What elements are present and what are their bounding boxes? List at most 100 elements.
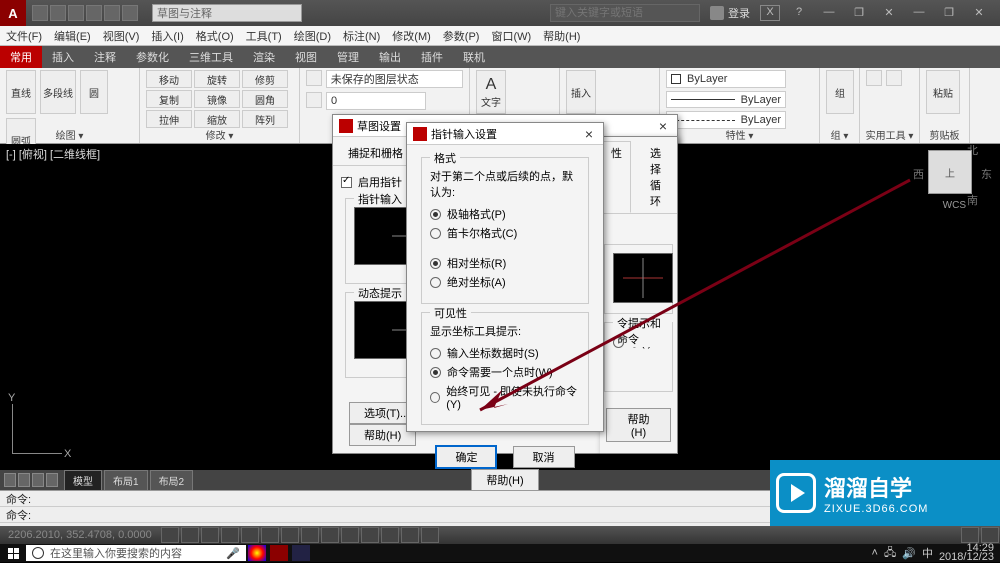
menu-insert[interactable]: 插入(I) (145, 26, 189, 45)
tab-insert[interactable]: 插入 (42, 46, 84, 68)
group-label-properties[interactable]: 特性 ▾ (660, 127, 819, 142)
trim-button[interactable]: 修剪 (242, 70, 288, 88)
circle-button[interactable]: 圆 (80, 70, 108, 114)
tray-date[interactable]: 2018/12/23 (939, 553, 994, 562)
tab-plugins[interactable]: 插件 (411, 46, 453, 68)
stretch-button[interactable]: 拉伸 (146, 110, 192, 128)
lineweight-dropdown[interactable]: ByLayer (666, 91, 786, 109)
tab-home[interactable]: 常用 (0, 46, 42, 68)
menu-dim[interactable]: 标注(N) (337, 26, 386, 45)
sb-right-icon[interactable] (961, 527, 979, 543)
app-logo[interactable]: A (0, 0, 26, 26)
layer-sun-icon[interactable] (306, 92, 322, 108)
exchange-icon[interactable]: X (760, 5, 780, 21)
help-icon[interactable]: ? (788, 6, 810, 20)
min-doc-icon[interactable]: — (818, 6, 840, 20)
tab-prev-icon[interactable] (18, 473, 30, 487)
mirror-button[interactable]: 镜像 (194, 90, 240, 108)
help-search-input[interactable] (550, 4, 700, 22)
measure-icon[interactable] (866, 70, 882, 86)
tab-manage[interactable]: 管理 (327, 46, 369, 68)
dialog2-header[interactable]: 指针输入设置 × (407, 123, 603, 145)
sb-grid-icon[interactable] (181, 527, 199, 543)
calc-icon[interactable] (886, 70, 902, 86)
layer-dropdown[interactable]: 0 (326, 92, 426, 110)
sb-polar-icon[interactable] (221, 527, 239, 543)
tab-3dtools[interactable]: 三维工具 (179, 46, 243, 68)
tab-next-icon[interactable] (32, 473, 44, 487)
group-label-utilities[interactable]: 实用工具 ▾ (860, 127, 919, 142)
tab-view[interactable]: 视图 (285, 46, 327, 68)
task-autocad-icon[interactable] (270, 545, 288, 561)
viewcube[interactable]: 上 (928, 150, 972, 194)
rotate-button[interactable]: 旋转 (194, 70, 240, 88)
sb-sc-icon[interactable] (401, 527, 419, 543)
tab-param[interactable]: 参数化 (126, 46, 179, 68)
sb-trans-icon[interactable] (361, 527, 379, 543)
login-button[interactable]: 登录 (710, 5, 750, 21)
sb-lwt-icon[interactable] (341, 527, 359, 543)
restore-app-icon[interactable]: ❐ (938, 6, 960, 20)
tab-first-icon[interactable] (4, 473, 16, 487)
qat-new-icon[interactable] (32, 5, 48, 21)
sb-model-icon[interactable] (421, 527, 439, 543)
tab-output[interactable]: 输出 (369, 46, 411, 68)
tray-vol-icon[interactable]: 🔊 (902, 547, 916, 560)
tray-up-icon[interactable]: ˄ (872, 547, 878, 559)
sb-dyn-icon[interactable] (321, 527, 339, 543)
restore-doc-icon[interactable]: ❐ (848, 6, 870, 20)
group-label-modify[interactable]: 修改 ▾ (140, 127, 299, 142)
paste-button[interactable]: 粘贴 (926, 70, 960, 114)
radio-cartesian[interactable]: 笛卡尔格式(C) (430, 225, 580, 241)
d1-tab-r1[interactable]: 性 (602, 141, 631, 213)
qat-redo-icon[interactable] (122, 5, 138, 21)
viewport-label[interactable]: [-] [俯视] [二维线框] (6, 146, 100, 162)
tab-annotate[interactable]: 注释 (84, 46, 126, 68)
d1-tab-r2[interactable]: 选择循环 (641, 141, 675, 213)
radio-polar[interactable]: 极轴格式(P) (430, 206, 580, 222)
sb-qp-icon[interactable] (381, 527, 399, 543)
line-button[interactable]: 直线 (6, 70, 36, 114)
qat-open-icon[interactable] (50, 5, 66, 21)
tab-layout1[interactable]: 布局1 (104, 470, 148, 491)
close-app-icon[interactable]: ✕ (968, 6, 990, 20)
radio-vis-input[interactable]: 输入坐标数据时(S) (430, 345, 580, 361)
sb-3dosnap-icon[interactable] (261, 527, 279, 543)
sb-osnap-icon[interactable] (241, 527, 259, 543)
d1-tab-snap[interactable]: 捕捉和栅格 (339, 141, 412, 165)
menu-param[interactable]: 参数(P) (437, 26, 486, 45)
group-label-group[interactable]: 组 ▾ (820, 127, 859, 142)
d2-cancel-button[interactable]: 取消 (513, 446, 575, 468)
close-doc-icon[interactable]: ✕ (878, 6, 900, 20)
mic-icon[interactable]: 🎤 (226, 547, 240, 560)
menu-file[interactable]: 文件(F) (0, 26, 48, 45)
d2-ok-button[interactable]: 确定 (435, 445, 497, 469)
insert-button[interactable]: 插入 (566, 70, 596, 114)
menu-tools[interactable]: 工具(T) (240, 26, 288, 45)
min-app-icon[interactable]: — (908, 6, 930, 20)
dialog1-close-icon[interactable]: × (655, 118, 671, 134)
tab-model[interactable]: 模型 (64, 470, 102, 491)
radio-absolute[interactable]: 绝对坐标(A) (430, 274, 580, 290)
layer-state-dropdown[interactable]: 未保存的图层状态 (326, 70, 463, 88)
group-label-clipboard[interactable]: 剪贴板 (920, 127, 969, 142)
menu-modify[interactable]: 修改(M) (386, 26, 437, 45)
tab-render[interactable]: 渲染 (243, 46, 285, 68)
tray-net-icon[interactable]: 🖧 (884, 544, 896, 563)
qat-undo-icon[interactable] (104, 5, 120, 21)
menu-view[interactable]: 视图(V) (97, 26, 146, 45)
tray-ime-icon[interactable]: 中 (922, 545, 933, 561)
menu-edit[interactable]: 编辑(E) (48, 26, 97, 45)
tab-layout2[interactable]: 布局2 (150, 470, 194, 491)
start-button[interactable] (0, 544, 26, 562)
polyline-button[interactable]: 多段线 (40, 70, 76, 114)
task-colorwheel-icon[interactable] (248, 545, 266, 561)
sb-right2-icon[interactable] (981, 527, 999, 543)
windows-search-input[interactable]: 在这里输入你要搜索的内容 🎤 (26, 545, 246, 561)
menu-format[interactable]: 格式(O) (190, 26, 240, 45)
color-dropdown[interactable]: ByLayer (666, 70, 786, 88)
text-button[interactable]: A文字 (476, 70, 506, 114)
radio-vis-cmd[interactable]: 命令需要一个点时(W) (430, 364, 580, 380)
radio-relative[interactable]: 相对坐标(R) (430, 255, 580, 271)
sb-snap-icon[interactable] (161, 527, 179, 543)
